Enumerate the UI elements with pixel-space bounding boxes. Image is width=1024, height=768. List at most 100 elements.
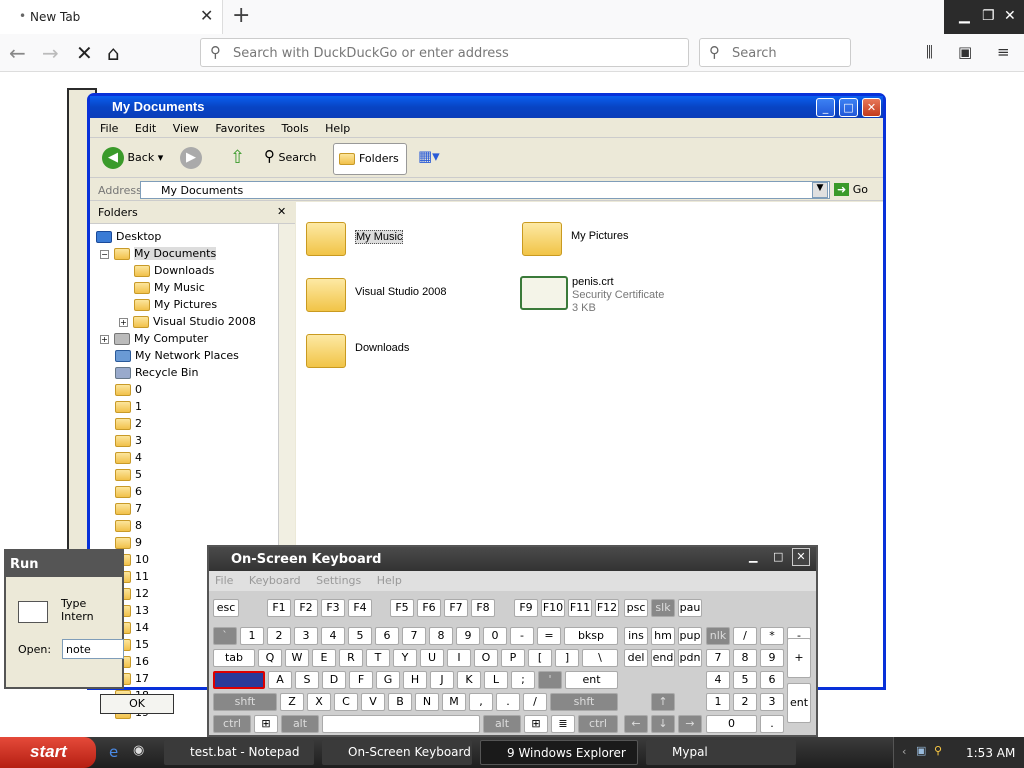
run-titlebar[interactable]: Run <box>6 551 122 577</box>
library-icon[interactable]: ⫼ <box>926 43 933 61</box>
osk-menu-settings[interactable]: Settings <box>316 574 361 587</box>
key-blank[interactable] <box>322 715 480 733</box>
task-notepad[interactable]: test.bat - Notepad <box>164 740 314 765</box>
osk-titlebar[interactable]: On-Screen Keyboard <box>209 547 816 571</box>
address-input[interactable]: My Documents <box>140 181 830 199</box>
url-bar[interactable]: ⚲ Search with DuckDuckGo or enter addres… <box>200 38 689 67</box>
key-e[interactable]: E <box>312 649 336 667</box>
key-alt[interactable]: alt <box>281 715 319 733</box>
key-↓[interactable]: ↓ <box>651 715 675 733</box>
key-pau[interactable]: pau <box>678 599 702 617</box>
minimize-button[interactable]: _ <box>816 98 835 117</box>
tray-arrow-icon[interactable]: ‹ <box>902 745 906 758</box>
key-`[interactable]: ` <box>213 627 237 645</box>
key-3[interactable]: 3 <box>760 693 784 711</box>
tree-my-computer[interactable]: + My Computer <box>100 332 208 349</box>
tree-desktop[interactable]: Desktop <box>96 230 161 247</box>
tab-new-tab[interactable]: • New Tab ✕ <box>0 0 223 34</box>
close-icon[interactable]: ✕ <box>1004 8 1016 24</box>
key-t[interactable]: T <box>366 649 390 667</box>
search-box[interactable]: ⚲ Search <box>699 38 851 67</box>
key-a[interactable]: A <box>268 671 292 689</box>
key-2[interactable]: 2 <box>733 693 757 711</box>
task-mypal[interactable]: Mypal <box>646 740 796 765</box>
tree-folder[interactable]: 1 <box>115 400 142 417</box>
key-slk[interactable]: slk <box>651 599 675 617</box>
key-=[interactable]: = <box>537 627 561 645</box>
key-esc[interactable]: esc <box>213 599 239 617</box>
key-del[interactable]: del <box>624 649 648 667</box>
key-8[interactable]: 8 <box>429 627 453 645</box>
views-icon[interactable]: ▦▾ <box>418 147 440 171</box>
tree-recycle-bin[interactable]: Recycle Bin <box>115 366 198 383</box>
key-alt[interactable]: alt <box>483 715 521 733</box>
key-F9[interactable]: F9 <box>514 599 538 617</box>
home-icon[interactable]: ⌂ <box>107 41 120 65</box>
key-F6[interactable]: F6 <box>417 599 441 617</box>
back-arrow-icon[interactable]: ← <box>9 41 26 65</box>
key-4[interactable]: 4 <box>321 627 345 645</box>
item-my-pictures[interactable]: My Pictures <box>522 222 722 272</box>
key-←[interactable]: ← <box>624 715 648 733</box>
ok-button[interactable]: OK <box>100 694 174 714</box>
osk-menu-keyboard[interactable]: Keyboard <box>249 574 301 587</box>
key-F3[interactable]: F3 <box>321 599 345 617</box>
key-\[interactable]: \ <box>582 649 618 667</box>
key-bksp[interactable]: bksp <box>564 627 618 645</box>
key-f[interactable]: F <box>349 671 373 689</box>
address-dropdown-icon[interactable]: ▼ <box>812 182 828 198</box>
key-.[interactable]: . <box>760 715 784 733</box>
sidebar-icon[interactable]: ▣ <box>958 43 972 61</box>
key-x[interactable]: X <box>307 693 331 711</box>
key-ent[interactable]: ent <box>787 683 811 723</box>
key-1[interactable]: 1 <box>240 627 264 645</box>
menu-tools[interactable]: Tools <box>282 122 309 135</box>
key-ctrl[interactable]: ctrl <box>578 715 618 733</box>
tree-folder[interactable]: 7 <box>115 502 142 519</box>
key-5[interactable]: 5 <box>348 627 372 645</box>
key-pdn[interactable]: pdn <box>678 649 702 667</box>
key-psc[interactable]: psc <box>624 599 648 617</box>
collapse-icon[interactable]: − <box>100 249 109 259</box>
tree-my-pictures[interactable]: My Pictures <box>134 298 217 315</box>
key-1[interactable]: 1 <box>706 693 730 711</box>
key-q[interactable]: Q <box>258 649 282 667</box>
key-tab[interactable]: tab <box>213 649 255 667</box>
menu-edit[interactable]: Edit <box>135 122 156 135</box>
up-folder-icon[interactable]: ⇧ <box>230 147 245 171</box>
new-tab-button[interactable]: + <box>232 3 250 28</box>
tree-folder[interactable]: 8 <box>115 519 142 536</box>
key-,[interactable]: , <box>469 693 493 711</box>
search-icon[interactable]: ⚲ <box>934 744 942 757</box>
maximize-icon[interactable]: □ <box>773 550 783 563</box>
tree-folder[interactable]: 4 <box>115 451 142 468</box>
key-hm[interactable]: hm <box>651 627 675 645</box>
tree-network-places[interactable]: My Network Places <box>115 349 239 366</box>
expand-icon[interactable]: + <box>100 334 109 344</box>
start-button[interactable]: start <box>0 737 96 768</box>
tree-folder[interactable]: 6 <box>115 485 142 502</box>
key-nlk[interactable]: nlk <box>706 627 730 645</box>
key-3[interactable]: 3 <box>294 627 318 645</box>
key-8[interactable]: 8 <box>733 649 757 667</box>
key-g[interactable]: G <box>376 671 400 689</box>
key-r[interactable]: R <box>339 649 363 667</box>
key-0[interactable]: 0 <box>483 627 507 645</box>
close-pane-icon[interactable]: ✕ <box>277 205 286 218</box>
key-ctrl[interactable]: ctrl <box>213 715 251 733</box>
key-4[interactable]: 4 <box>706 671 730 689</box>
key-u[interactable]: U <box>420 649 444 667</box>
key-v[interactable]: V <box>361 693 385 711</box>
restore-icon[interactable]: ❐ <box>982 8 995 24</box>
tree-visual-studio[interactable]: + Visual Studio 2008 <box>119 315 256 332</box>
key-shft[interactable]: shft <box>213 693 277 711</box>
tree-folder[interactable]: 0 <box>115 383 142 400</box>
menu-icon[interactable]: ≡ <box>997 43 1010 61</box>
close-tab-icon[interactable]: ✕ <box>200 6 213 25</box>
forward-button[interactable]: ▶ <box>180 147 202 171</box>
key-ins[interactable]: ins <box>624 627 648 645</box>
tree-folder[interactable]: 5 <box>115 468 142 485</box>
go-button[interactable]: ➜ Go <box>834 183 868 196</box>
maximize-button[interactable]: □ <box>839 98 858 117</box>
key-⊞[interactable]: ⊞ <box>254 715 278 733</box>
